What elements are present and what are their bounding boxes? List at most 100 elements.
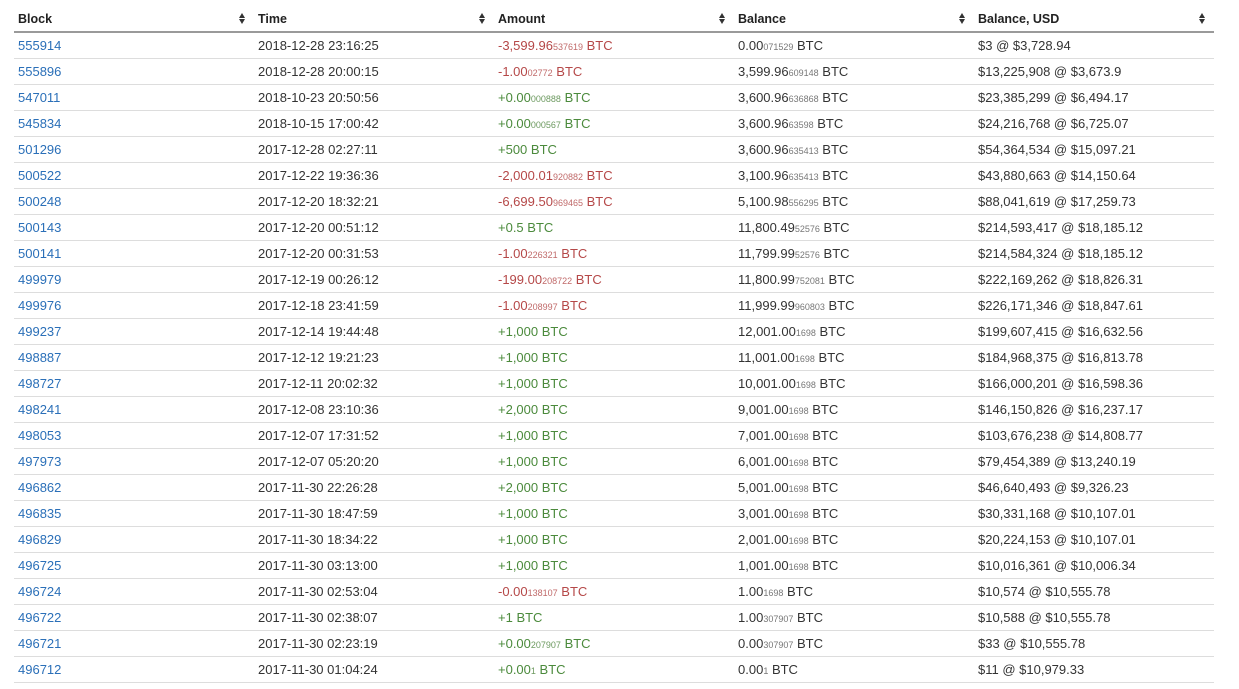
block-link[interactable]: 500248: [18, 194, 61, 209]
block-link[interactable]: 499237: [18, 324, 61, 339]
column-header-label: Amount: [498, 11, 546, 26]
cell-balance: 1,001.001698 BTC: [734, 552, 974, 579]
balance-fraction: 960803: [794, 302, 825, 312]
amount-main: -1.00: [498, 298, 528, 313]
amount-unit: BTC: [523, 220, 554, 235]
column-header-amount[interactable]: Amount: [494, 6, 734, 33]
amount-main: -2,000.01: [498, 168, 553, 183]
column-header-label: Block: [18, 11, 53, 26]
column-header-block[interactable]: Block: [14, 6, 254, 33]
sort-icon[interactable]: [719, 13, 726, 25]
balance-main: 10,001.00: [738, 376, 796, 391]
amount-unit: BTC: [538, 454, 568, 469]
cell-balance: 3,600.9663598 BTC: [734, 110, 974, 137]
table-row: 499976 2017-12-18 23:41:59 -1.00208997 BTC…: [14, 292, 1214, 319]
amount-unit: BTC: [538, 376, 568, 391]
table-header: Block Time Amount Balance Balance, USD: [14, 6, 1214, 33]
table-row: 496724 2017-11-30 02:53:04 -0.00138107 BTC…: [14, 578, 1214, 605]
balance-main: 11,001.00: [738, 350, 795, 365]
block-link[interactable]: 496725: [18, 558, 61, 573]
amount-main: -6,699.50: [498, 194, 553, 209]
balance-main: 9,001.00: [738, 402, 789, 417]
block-link[interactable]: 545834: [18, 116, 61, 131]
cell-amount: +1,000 BTC: [494, 422, 734, 449]
column-header-time[interactable]: Time: [254, 6, 494, 33]
cell-balance-usd: $20,224,153 @ $10,107.01: [974, 526, 1214, 553]
balance-unit: BTC: [824, 272, 855, 287]
balance-fraction: 752081: [794, 276, 825, 286]
column-header-balance-usd[interactable]: Balance, USD: [974, 6, 1214, 33]
block-link[interactable]: 499976: [18, 298, 61, 313]
cell-time: 2017-12-22 19:36:36: [254, 162, 494, 189]
block-link[interactable]: 496721: [18, 636, 61, 651]
balance-main: 0.00: [738, 38, 764, 53]
amount-main: -1.00: [498, 246, 528, 261]
block-link[interactable]: 496862: [18, 480, 61, 495]
table-row: 496835 2017-11-30 18:47:59 +1,000 BTC 3,001…: [14, 500, 1214, 527]
cell-time: 2017-11-30 02:38:07: [254, 604, 494, 631]
amount-unit: BTC: [572, 272, 602, 287]
block-link[interactable]: 547011: [18, 90, 60, 105]
sort-icon[interactable]: [959, 13, 966, 25]
amount-fraction: 208722: [542, 276, 573, 286]
table-row: 496725 2017-11-30 03:13:00 +1,000 BTC 1,001…: [14, 552, 1214, 579]
cell-balance: 6,001.001698 BTC: [734, 448, 974, 475]
amount-fraction: 920882: [552, 172, 583, 182]
balance-main: 1.00: [738, 584, 764, 599]
amount-main: +2,000: [498, 480, 539, 495]
cell-balance-usd: $11 @ $10,979.33: [974, 656, 1214, 683]
block-link[interactable]: 501296: [18, 142, 61, 157]
balance-unit: BTC: [815, 376, 846, 391]
block-link[interactable]: 498887: [18, 350, 61, 365]
block-link[interactable]: 496722: [18, 610, 61, 625]
column-header-label: Balance, USD: [978, 11, 1060, 26]
cell-time: 2017-12-19 00:26:12: [254, 266, 494, 293]
sort-icon[interactable]: [1199, 13, 1206, 25]
block-link[interactable]: 496829: [18, 532, 61, 547]
block-link[interactable]: 555896: [18, 64, 61, 79]
block-link[interactable]: 499979: [18, 272, 61, 287]
cell-balance: 1.001698 BTC: [734, 578, 974, 605]
block-link[interactable]: 555914: [18, 38, 61, 53]
balance-unit: BTC: [793, 38, 823, 53]
amount-main: +0.5: [498, 220, 524, 235]
balance-main: 3,600.96: [738, 116, 789, 131]
cell-balance-usd: $222,169,262 @ $18,826.31: [974, 266, 1214, 293]
block-link[interactable]: 500141: [18, 246, 61, 261]
cell-time: 2017-12-20 18:32:21: [254, 188, 494, 215]
block-link[interactable]: 500522: [18, 168, 61, 183]
block-link[interactable]: 496724: [18, 584, 61, 599]
column-header-balance[interactable]: Balance: [734, 6, 974, 33]
block-link[interactable]: 498241: [18, 402, 61, 417]
transactions-table-wrapper: Block Time Amount Balance Balance, USD 5…: [14, 6, 1214, 683]
table-row: 496862 2017-11-30 22:26:28 +2,000 BTC 5,001…: [14, 474, 1214, 501]
balance-main: 0.00: [738, 636, 764, 651]
cell-block: 496712: [14, 656, 254, 683]
cell-balance-usd: $24,216,768 @ $6,725.07: [974, 110, 1214, 137]
block-link[interactable]: 500143: [18, 220, 61, 235]
block-link[interactable]: 498727: [18, 376, 61, 391]
balance-fraction: 636868: [788, 94, 819, 104]
sort-icon[interactable]: [239, 13, 246, 25]
sort-icon[interactable]: [479, 13, 486, 25]
cell-time: 2017-12-07 17:31:52: [254, 422, 494, 449]
amount-main: -3,599.96: [498, 38, 553, 53]
cell-block: 496724: [14, 578, 254, 605]
balance-main: 5,001.00: [738, 480, 789, 495]
cell-block: 496835: [14, 500, 254, 527]
cell-block: 497973: [14, 448, 254, 475]
cell-balance: 11,800.4952576 BTC: [734, 214, 974, 241]
amount-unit: BTC: [512, 610, 543, 625]
cell-balance-usd: $10,588 @ $10,555.78: [974, 604, 1214, 631]
cell-balance-usd: $88,041,619 @ $17,259.73: [974, 188, 1214, 215]
cell-time: 2017-12-08 23:10:36: [254, 396, 494, 423]
block-link[interactable]: 496712: [18, 662, 61, 677]
block-link[interactable]: 496835: [18, 506, 61, 521]
block-link[interactable]: 498053: [18, 428, 61, 443]
block-link[interactable]: 497973: [18, 454, 61, 469]
balance-main: 12,001.00: [738, 324, 796, 339]
cell-balance-usd: $214,584,324 @ $18,185.12: [974, 240, 1214, 267]
cell-balance-usd: $54,364,534 @ $15,097.21: [974, 136, 1214, 163]
amount-unit: BTC: [538, 506, 568, 521]
cell-time: 2017-12-11 20:02:32: [254, 370, 494, 397]
